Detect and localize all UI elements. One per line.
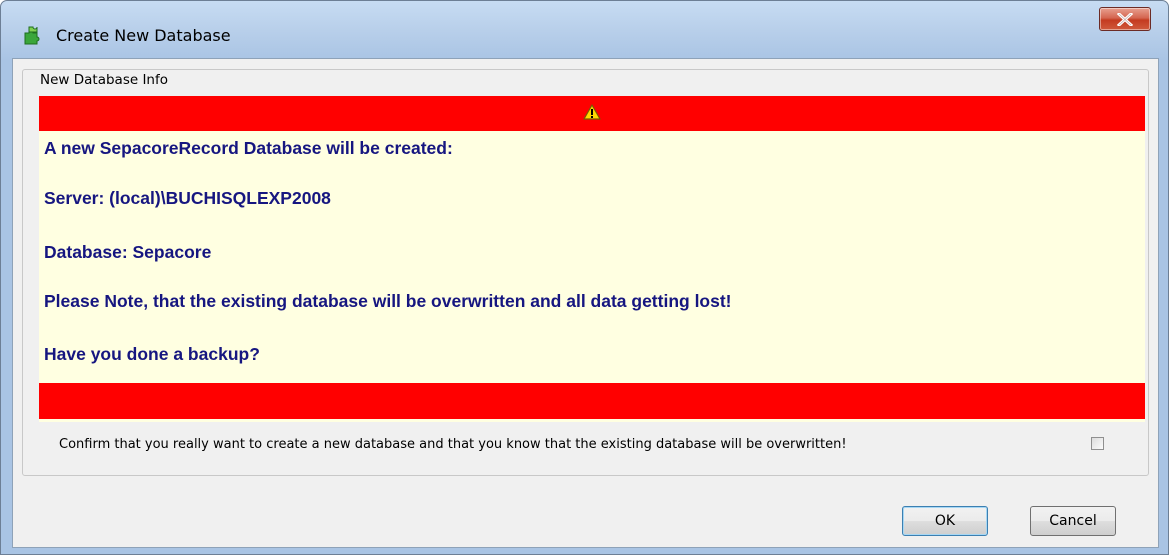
puzzle-icon bbox=[23, 25, 43, 45]
close-button[interactable] bbox=[1099, 7, 1151, 31]
dialog-client-area: New Database Info A new SepacoreRecord D… bbox=[12, 58, 1159, 548]
title-bar[interactable]: Create New Database bbox=[1, 1, 1168, 59]
warning-band-bottom bbox=[39, 383, 1145, 419]
warning-line-note: Please Note, that the existing database … bbox=[44, 291, 732, 311]
create-database-dialog: Create New Database New Database Info A … bbox=[0, 0, 1169, 555]
cancel-button[interactable]: Cancel bbox=[1030, 506, 1116, 536]
close-icon bbox=[1117, 13, 1133, 26]
warning-band-top bbox=[39, 96, 1145, 131]
window-title: Create New Database bbox=[56, 26, 231, 45]
warning-line-backup: Have you done a backup? bbox=[44, 344, 260, 364]
confirm-label: Confirm that you really want to create a… bbox=[59, 437, 847, 452]
warning-line-server: Server: (local)\BUCHISQLEXP2008 bbox=[44, 188, 331, 208]
warning-line-database: Database: Sepacore bbox=[44, 242, 212, 262]
warning-panel: A new SepacoreRecord Database will be cr… bbox=[39, 96, 1145, 422]
group-legend: New Database Info bbox=[38, 72, 170, 88]
confirm-checkbox[interactable] bbox=[1091, 437, 1104, 450]
warning-line-intro: A new SepacoreRecord Database will be cr… bbox=[44, 138, 453, 158]
warning-icon bbox=[583, 104, 601, 120]
ok-button[interactable]: OK bbox=[902, 506, 988, 536]
